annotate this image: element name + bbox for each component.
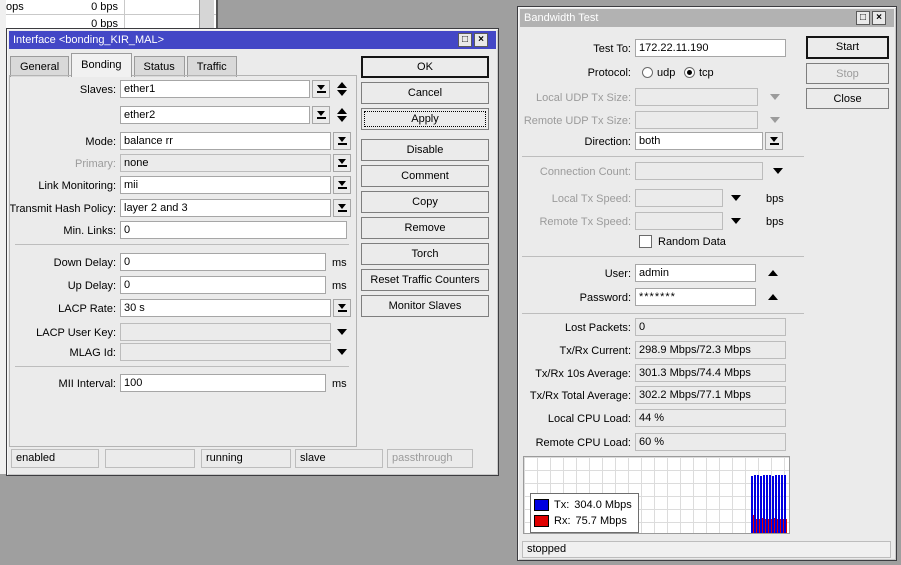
user-expand-icon[interactable] bbox=[768, 270, 778, 276]
tab-general[interactable]: General bbox=[10, 56, 70, 77]
lost-packets-value: 0 bbox=[635, 318, 786, 336]
separator bbox=[522, 256, 804, 257]
connection-count-input[interactable] bbox=[635, 162, 763, 180]
close-button[interactable]: × bbox=[474, 33, 488, 47]
txrx-total-average-label: Tx/Rx Total Average: bbox=[529, 390, 631, 402]
tx-legend-swatch bbox=[534, 499, 549, 511]
remote-tx-speed-dropdown-icon[interactable] bbox=[731, 218, 741, 224]
remote-cpu-load-label: Remote CPU Load: bbox=[535, 437, 631, 449]
status-running: running bbox=[201, 449, 291, 468]
direction-input[interactable]: both bbox=[635, 132, 763, 150]
table-row-divider bbox=[6, 14, 216, 15]
ok-button[interactable]: OK bbox=[361, 56, 489, 78]
status-empty bbox=[105, 449, 195, 468]
status-slave: slave bbox=[295, 449, 383, 468]
random-data-checkbox[interactable] bbox=[639, 235, 652, 248]
traffic-graph: Tx: 304.0 Mbps Rx: 75.7 Mbps bbox=[523, 456, 790, 534]
close-button[interactable]: × bbox=[872, 11, 886, 25]
direction-label: Direction: bbox=[584, 136, 631, 148]
remote-tx-speed-unit: bps bbox=[766, 216, 784, 228]
txrx-10s-average-value: 301.3 Mbps/74.4 Mbps bbox=[635, 364, 786, 382]
copy-button[interactable]: Copy bbox=[361, 191, 489, 213]
apply-button[interactable]: Apply bbox=[361, 108, 489, 130]
interface-window-title: Interface <bonding_KIR_MAL> bbox=[13, 34, 165, 46]
local-udp-tx-size-dropdown-icon[interactable] bbox=[770, 94, 780, 100]
txrx-current-label: Tx/Rx Current: bbox=[559, 345, 631, 357]
local-tx-speed-input[interactable] bbox=[635, 189, 723, 207]
comment-button[interactable]: Comment bbox=[361, 165, 489, 187]
password-expand-icon[interactable] bbox=[768, 294, 778, 300]
remote-tx-speed-label: Remote Tx Speed: bbox=[539, 216, 631, 228]
connection-count-dropdown-icon[interactable] bbox=[773, 168, 783, 174]
table-column-divider bbox=[124, 0, 125, 28]
password-label: Password: bbox=[579, 292, 631, 304]
disable-button[interactable]: Disable bbox=[361, 139, 489, 161]
protocol-label: Protocol: bbox=[587, 67, 631, 79]
reset-traffic-counters-button[interactable]: Reset Traffic Counters bbox=[361, 269, 489, 291]
tab-traffic[interactable]: Traffic bbox=[186, 56, 237, 77]
scrollbar[interactable] bbox=[199, 0, 214, 28]
direction-dropdown-icon[interactable] bbox=[765, 132, 783, 150]
user-label: User: bbox=[604, 268, 631, 280]
user-input[interactable]: admin bbox=[635, 264, 756, 282]
status-enabled: enabled bbox=[11, 449, 99, 468]
bandwidth-window-titlebar[interactable]: Bandwidth Test □ × bbox=[520, 9, 894, 27]
maximize-button[interactable]: □ bbox=[856, 11, 870, 25]
password-input[interactable]: ******* bbox=[635, 288, 756, 306]
cancel-button[interactable]: Cancel bbox=[361, 82, 489, 104]
txrx-10s-average-label: Tx/Rx 10s Average: bbox=[535, 368, 631, 380]
connection-count-label: Connection Count: bbox=[539, 166, 631, 178]
traffic-bars bbox=[751, 457, 787, 533]
remote-tx-speed-input[interactable] bbox=[635, 212, 723, 230]
local-tx-speed-dropdown-icon[interactable] bbox=[731, 195, 741, 201]
remove-button[interactable]: Remove bbox=[361, 217, 489, 239]
protocol-udp-radio[interactable] bbox=[642, 67, 653, 78]
tx-legend-value: 304.0 Mbps bbox=[574, 499, 632, 511]
maximize-button[interactable]: □ bbox=[458, 33, 472, 47]
separator bbox=[522, 313, 804, 314]
local-cpu-load-value: 44 % bbox=[635, 409, 786, 427]
local-udp-tx-size-input[interactable] bbox=[635, 88, 758, 106]
close-button-action[interactable]: Close bbox=[806, 88, 889, 109]
tab-status[interactable]: Status bbox=[133, 56, 185, 77]
remote-udp-tx-size-dropdown-icon[interactable] bbox=[770, 117, 780, 123]
torch-button[interactable]: Torch bbox=[361, 243, 489, 265]
protocol-udp-label: udp bbox=[657, 67, 676, 79]
local-tx-speed-unit: bps bbox=[766, 193, 784, 205]
bandwidth-window-title: Bandwidth Test bbox=[524, 12, 599, 24]
rx-legend-value: 75.7 Mbps bbox=[575, 515, 627, 527]
tab-bonding[interactable]: Bonding bbox=[71, 53, 132, 77]
txrx-current-value: 298.9 Mbps/72.3 Mbps bbox=[635, 341, 786, 359]
random-data-label: Random Data bbox=[658, 236, 726, 248]
txrx-total-average-value: 302.2 Mbps/77.1 Mbps bbox=[635, 386, 786, 404]
remote-udp-tx-size-label: Remote UDP Tx Size: bbox=[523, 115, 631, 127]
test-to-input[interactable]: 172.22.11.190 bbox=[635, 39, 786, 57]
protocol-tcp-radio[interactable] bbox=[684, 67, 695, 78]
start-button[interactable]: Start bbox=[806, 36, 889, 59]
tx-legend-label: Tx: bbox=[554, 499, 570, 511]
interface-window-titlebar[interactable]: Interface <bonding_KIR_MAL> □ × bbox=[9, 31, 496, 49]
bandwidth-status-bar: stopped bbox=[522, 541, 891, 558]
interface-tabs: General Bonding Status Traffic bbox=[10, 53, 239, 77]
rx-legend-label: Rx: bbox=[554, 515, 571, 527]
local-cpu-load-label: Local CPU Load: bbox=[547, 413, 631, 425]
lost-packets-label: Lost Packets: bbox=[564, 322, 631, 334]
rx-legend-swatch bbox=[534, 515, 549, 527]
local-tx-speed-label: Local Tx Speed: bbox=[551, 193, 631, 205]
test-to-label: Test To: bbox=[593, 43, 631, 55]
remote-cpu-load-value: 60 % bbox=[635, 433, 786, 451]
local-udp-tx-size-label: Local UDP Tx Size: bbox=[536, 92, 631, 104]
stop-button[interactable]: Stop bbox=[806, 63, 889, 84]
bandwidth-test-window: Bandwidth Test □ × Test To: 172.22.11.19… bbox=[517, 6, 897, 561]
remote-udp-tx-size-input[interactable] bbox=[635, 111, 758, 129]
traffic-legend: Tx: 304.0 Mbps Rx: 75.7 Mbps bbox=[530, 493, 639, 533]
monitor-slaves-button[interactable]: Monitor Slaves bbox=[361, 295, 489, 317]
interface-window: Interface <bonding_KIR_MAL> □ × General … bbox=[6, 28, 499, 476]
bonding-tab-panel bbox=[9, 75, 357, 447]
separator bbox=[522, 156, 804, 157]
background-table-fragment: ops 0 bps 0 bps bbox=[6, 0, 218, 30]
protocol-tcp-label: tcp bbox=[699, 67, 714, 79]
status-passthrough: passthrough bbox=[387, 449, 473, 468]
